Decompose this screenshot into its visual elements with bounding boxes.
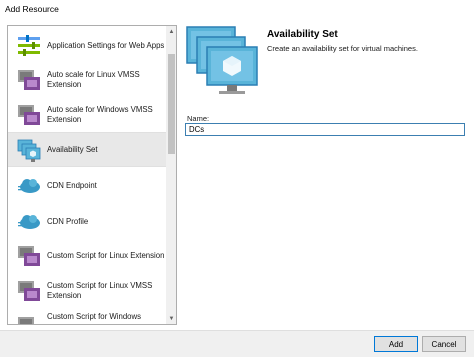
- title-bar: Add Resource: [0, 0, 474, 22]
- cancel-button[interactable]: Cancel: [422, 336, 466, 352]
- custom-script-vmss-icon: [18, 281, 40, 301]
- scroll-up-arrow-icon[interactable]: ▲: [166, 26, 176, 37]
- list-item-custom-script-linux-vmss[interactable]: Custom Script for Linux VMSS Extension: [8, 273, 166, 308]
- details-panel: Availability Set Create an availability …: [185, 25, 470, 325]
- list-item-autoscale-linux[interactable]: Auto scale for Linux VMSS Extension: [8, 62, 166, 97]
- resource-list[interactable]: Application Settings for Web Apps Auto s…: [8, 26, 166, 324]
- list-item-label: Custom Script for Linux Extension: [47, 250, 165, 260]
- list-item-label: CDN Endpoint: [47, 180, 97, 190]
- list-item-custom-script-linux[interactable]: Custom Script for Linux Extension: [8, 238, 166, 273]
- app-settings-icon: [18, 35, 40, 56]
- dialog-footer: Add Cancel: [0, 330, 474, 357]
- name-label: Name:: [187, 114, 210, 123]
- list-item-cdn-endpoint[interactable]: CDN Endpoint: [8, 168, 166, 203]
- list-item-autoscale-windows[interactable]: Auto scale for Windows VMSS Extension: [8, 97, 166, 132]
- add-button[interactable]: Add: [374, 336, 418, 352]
- window-title: Add Resource: [5, 4, 59, 14]
- list-item-label: Custom Script for Windows: [47, 312, 142, 321]
- list-item-cdn-profile[interactable]: CDN Profile: [8, 204, 166, 239]
- list-item-label: Custom Script for Linux VMSS Extension: [47, 280, 153, 300]
- list-item-label: Auto scale for Linux VMSS Extension: [47, 69, 140, 89]
- scroll-down-arrow-icon[interactable]: ▼: [166, 313, 176, 324]
- resource-description: Create an availability set for virtual m…: [267, 44, 418, 53]
- resource-list-panel: Application Settings for Web Apps Auto s…: [7, 25, 177, 325]
- vmss-windows-icon: [18, 105, 40, 125]
- custom-script-linux-icon: [18, 246, 40, 266]
- custom-script-windows-icon: [18, 317, 34, 324]
- list-item-availability-set[interactable]: Availability Set: [8, 132, 166, 167]
- scroll-thumb[interactable]: [168, 54, 175, 154]
- name-input[interactable]: [185, 123, 465, 136]
- list-item-label: Availability Set: [47, 144, 98, 154]
- list-item-label: CDN Profile: [47, 216, 89, 226]
- availability-set-icon: [17, 139, 41, 162]
- list-item-label: Application Settings for Web Apps: [47, 40, 165, 50]
- cdn-profile-icon: [18, 215, 40, 229]
- cdn-endpoint-icon: [18, 179, 40, 193]
- vmss-linux-icon: [18, 70, 40, 90]
- list-item-app-settings[interactable]: Application Settings for Web Apps: [8, 28, 166, 63]
- list-item-custom-script-windows[interactable]: Custom Script for Windows: [8, 309, 166, 324]
- resource-title: Availability Set: [267, 29, 338, 40]
- list-item-label: Auto scale for Windows VMSS Extension: [47, 104, 153, 124]
- availability-set-large-icon: [186, 26, 258, 94]
- list-scrollbar[interactable]: ▲ ▼: [166, 26, 176, 324]
